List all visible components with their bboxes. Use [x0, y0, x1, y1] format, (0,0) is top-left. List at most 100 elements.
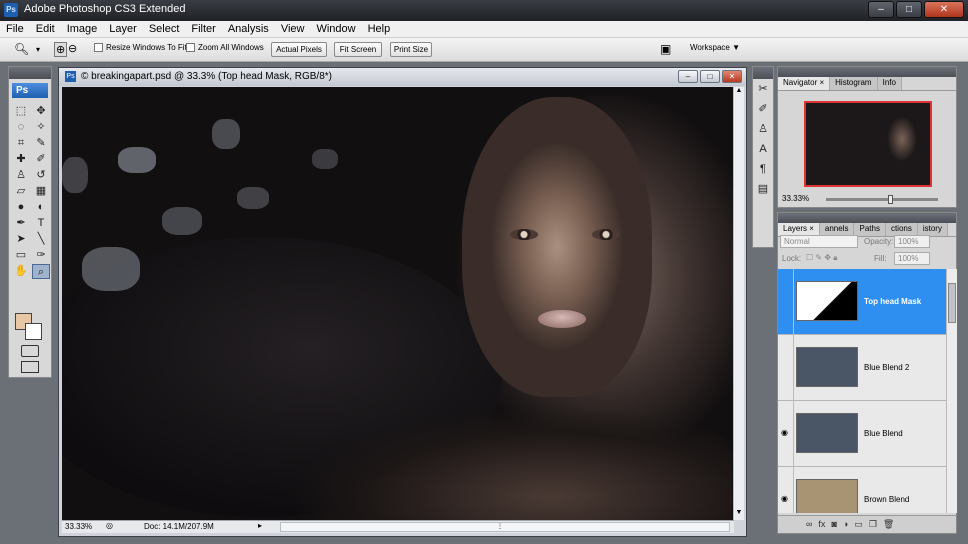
visibility-toggle[interactable] — [778, 269, 794, 334]
menu-layer[interactable]: Layer — [103, 21, 143, 37]
navigator-zoom[interactable]: 33.33% — [782, 194, 809, 203]
crop-tool-icon[interactable]: ⌗ — [12, 136, 30, 151]
type-tool-icon[interactable]: T — [32, 216, 50, 231]
scroll-down-icon[interactable]: ▼ — [734, 509, 744, 520]
visibility-toggle[interactable]: ◉ — [778, 401, 794, 466]
layer-comps-icon[interactable]: ▤ — [753, 179, 773, 199]
menu-edit[interactable]: Edit — [30, 21, 61, 37]
visibility-toggle[interactable] — [778, 335, 794, 400]
minimize-button[interactable]: – — [868, 1, 894, 18]
navigator-preview[interactable] — [804, 101, 932, 187]
navigator-zoom-slider[interactable] — [826, 195, 938, 204]
line-tool-icon[interactable]: ╲ — [32, 232, 50, 247]
zoom-all-windows-checkbox[interactable]: Zoom All Windows — [186, 43, 264, 52]
layer-row-top-head-mask[interactable]: Top head Mask — [778, 269, 946, 335]
panel-grip[interactable] — [753, 67, 773, 79]
tab-info[interactable]: Info — [877, 77, 902, 90]
eyedropper-2-tool-icon[interactable]: ✑ — [32, 248, 50, 263]
zoom-tool-icon[interactable]: ⌕ — [32, 264, 50, 279]
adjustment-icon[interactable]: ◑ — [843, 516, 848, 533]
clone-stamp-tool-icon[interactable]: ♙ — [12, 168, 30, 183]
character-icon[interactable]: A — [753, 139, 773, 159]
magic-wand-tool-icon[interactable]: ✧ — [32, 120, 50, 135]
zoom-in-icon[interactable]: ⊕ — [54, 42, 68, 57]
panel-grip[interactable] — [778, 213, 956, 223]
blur-tool-icon[interactable]: ● — [12, 200, 30, 215]
scroll-up-icon[interactable]: ▲ — [734, 87, 744, 98]
resize-windows-checkbox[interactable]: Resize Windows To Fit — [94, 43, 187, 52]
slider-handle[interactable] — [888, 195, 893, 204]
menu-help[interactable]: Help — [362, 21, 397, 37]
quick-mask-icon[interactable] — [21, 345, 39, 357]
image-canvas[interactable] — [62, 87, 734, 520]
pen-tool-icon[interactable]: ✒ — [12, 216, 30, 231]
workspace-menu[interactable]: Workspace ▼ — [690, 43, 740, 52]
doc-close-button[interactable]: ✕ — [722, 70, 742, 83]
tab-navigator[interactable]: Navigator × — [778, 77, 831, 90]
panel-grip[interactable] — [778, 67, 956, 77]
healing-brush-tool-icon[interactable]: ✚ — [12, 152, 30, 167]
menu-image[interactable]: Image — [61, 21, 104, 37]
mask-icon[interactable]: ◙ — [831, 516, 836, 533]
scroll-thumb[interactable] — [948, 283, 956, 323]
paragraph-icon[interactable]: ¶ — [753, 159, 773, 179]
maximize-button[interactable]: □ — [896, 1, 922, 18]
new-layer-icon[interactable]: ❐ — [869, 516, 877, 533]
tab-histogram[interactable]: Histogram — [830, 77, 878, 90]
print-size-button[interactable]: Print Size — [390, 42, 432, 57]
marquee-tool-icon[interactable]: ⬚ — [12, 104, 30, 119]
bridge-icon[interactable]: ▣ — [660, 42, 671, 56]
fill-input[interactable]: 100% — [894, 252, 930, 265]
dodge-tool-icon[interactable]: ◐ — [32, 200, 50, 215]
folder-icon[interactable]: ▭ — [854, 516, 863, 533]
zoom-tool-icon[interactable]: 🔍︎ — [14, 42, 29, 56]
notes-tool-icon[interactable]: ▭ — [12, 248, 30, 263]
doc-minimize-button[interactable]: – — [678, 70, 698, 83]
visibility-toggle[interactable]: ◉ — [778, 467, 794, 513]
hand-tool-icon[interactable]: ✋ — [12, 264, 30, 279]
layer-row-blue-blend-2[interactable]: Blue Blend 2 — [778, 335, 946, 401]
zoom-out-icon[interactable]: ⊖ — [68, 42, 77, 55]
menu-file[interactable]: File — [0, 21, 30, 37]
background-color-swatch[interactable] — [25, 323, 42, 340]
trash-icon[interactable]: 🗑︎ — [883, 516, 894, 533]
scroll-thumb[interactable]: ⋮ — [493, 523, 507, 531]
history-brush-tool-icon[interactable]: ↺ — [32, 168, 50, 183]
horizontal-scrollbar[interactable]: ⋮ — [280, 522, 730, 532]
menu-select[interactable]: Select — [143, 21, 186, 37]
menu-filter[interactable]: Filter — [185, 21, 221, 37]
menu-view[interactable]: View — [275, 21, 311, 37]
fx-icon[interactable]: fx — [818, 516, 825, 533]
panel-grip[interactable] — [9, 67, 51, 79]
blend-mode-select[interactable]: Normal — [780, 235, 858, 248]
screen-mode-icon[interactable] — [21, 361, 39, 373]
actual-pixels-button[interactable]: Actual Pixels — [271, 42, 327, 57]
layers-scrollbar[interactable] — [946, 269, 957, 513]
opacity-input[interactable]: 100% — [894, 235, 930, 248]
lock-icons[interactable]: ☐ ✎ ✥ 🔒︎ — [806, 253, 838, 263]
move-tool-icon[interactable]: ✥ — [32, 104, 50, 119]
eyedropper-tool-icon[interactable]: ✎ — [32, 136, 50, 151]
status-arrow-icon[interactable]: ▸ — [258, 521, 262, 530]
eraser-tool-icon[interactable]: ▱ — [12, 184, 30, 199]
document-title-bar[interactable]: Ps © breakingapart.psd @ 33.3% (Top head… — [59, 68, 746, 86]
vertical-scrollbar[interactable]: ▲ ▼ — [733, 87, 744, 520]
doc-maximize-button[interactable]: □ — [700, 70, 720, 83]
path-selection-tool-icon[interactable]: ➤ — [12, 232, 30, 247]
gradient-tool-icon[interactable]: ▦ — [32, 184, 50, 199]
menu-analysis[interactable]: Analysis — [222, 21, 275, 37]
close-button[interactable]: ✕ — [924, 1, 964, 18]
layer-row-blue-blend[interactable]: ◉ Blue Blend — [778, 401, 946, 467]
tools-preset-icon[interactable]: ✂ — [753, 79, 773, 99]
fit-screen-button[interactable]: Fit Screen — [334, 42, 382, 57]
link-icon[interactable]: ∞ — [806, 516, 812, 533]
layer-row-brown-blend[interactable]: ◉ Brown Blend — [778, 467, 946, 513]
brushes-icon[interactable]: ✐ — [753, 99, 773, 119]
clone-source-icon[interactable]: ♙ — [753, 119, 773, 139]
brush-tool-icon[interactable]: ✐ — [32, 152, 50, 167]
status-menu-icon[interactable]: ◎ — [106, 521, 113, 530]
chevron-down-icon[interactable]: ▾ — [36, 45, 40, 54]
menu-window[interactable]: Window — [310, 21, 361, 37]
zoom-level[interactable]: 33.33% — [65, 522, 92, 531]
lasso-tool-icon[interactable]: ◌ — [12, 120, 30, 135]
